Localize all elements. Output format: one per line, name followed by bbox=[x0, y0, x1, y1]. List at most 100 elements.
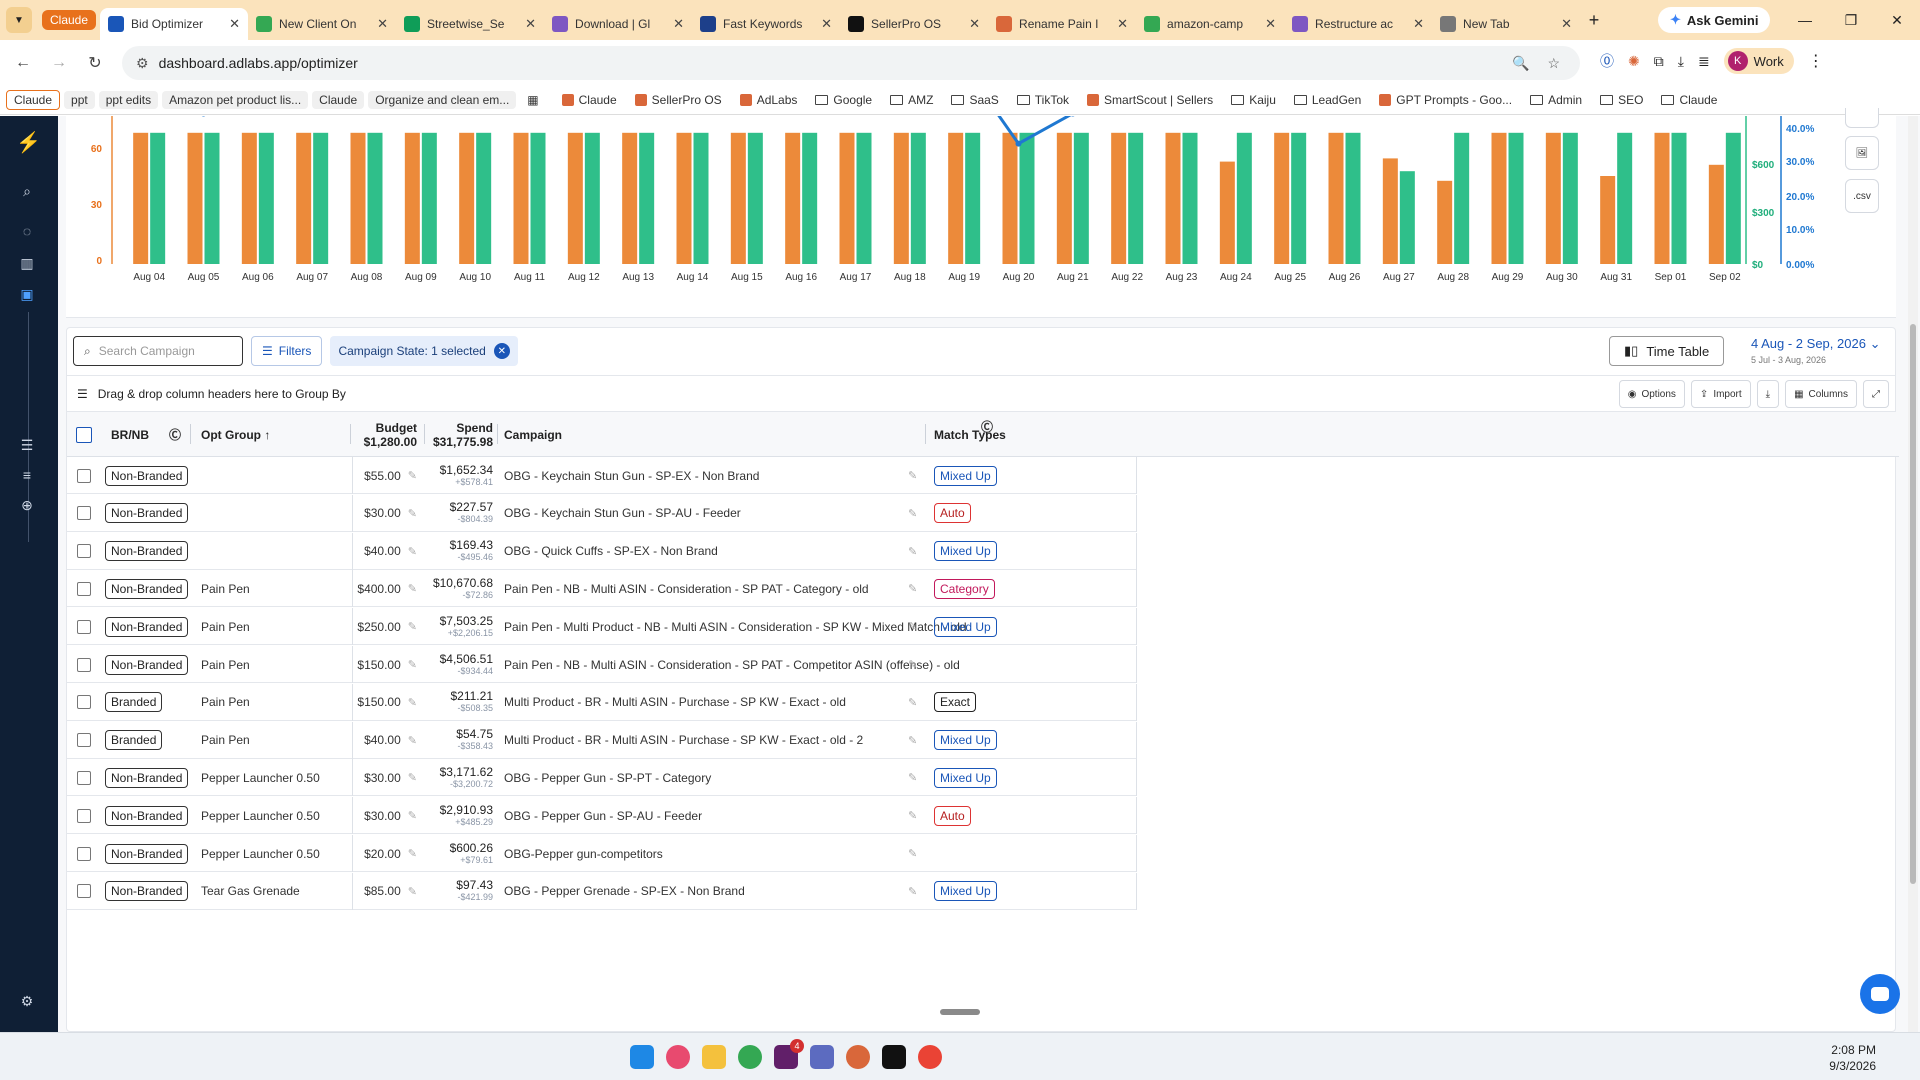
edit-pencil-icon[interactable]: ✎ bbox=[908, 873, 917, 910]
edit-pencil-icon[interactable]: ✎ bbox=[408, 809, 417, 822]
budget-cell[interactable]: $150.00 ✎ bbox=[307, 684, 417, 721]
bookmark-item[interactable]: SellerPro OS bbox=[628, 91, 729, 109]
edit-pencil-icon[interactable]: ✎ bbox=[408, 847, 417, 860]
col-spend[interactable]: Spend $31,775.98 bbox=[427, 412, 493, 457]
table-row[interactable]: Non-Branded Pain Pen $150.00 ✎ $4,506.51… bbox=[67, 646, 1137, 683]
table-row[interactable]: Non-Branded $40.00 ✎ $169.43 -$495.46 OB… bbox=[67, 532, 1137, 570]
claude-extension-icon[interactable]: ✺ bbox=[1628, 53, 1640, 70]
fullscreen-button[interactable]: ⤢ bbox=[1863, 380, 1889, 408]
edit-pencil-icon[interactable]: ✎ bbox=[908, 646, 917, 683]
campaign-name[interactable]: OBG - Pepper Gun - SP-PT - Category bbox=[504, 759, 711, 796]
budget-cell[interactable]: $250.00 ✎ bbox=[307, 608, 417, 645]
edit-pencil-icon[interactable]: ✎ bbox=[408, 582, 417, 595]
tab-group-chip[interactable]: Claude bbox=[42, 10, 97, 30]
table-row[interactable]: Non-Branded Pepper Launcher 0.50 $30.00 … bbox=[67, 759, 1137, 797]
copyright-c-icon[interactable]: Ⓒ bbox=[169, 412, 181, 457]
row-checkbox[interactable] bbox=[77, 722, 91, 759]
page-scrollbar[interactable] bbox=[1908, 116, 1918, 1032]
slack-icon[interactable]: 4 bbox=[774, 1039, 804, 1069]
tab-close-icon[interactable]: ✕ bbox=[525, 16, 536, 32]
address-bar[interactable]: ⚙ dashboard.adlabs.app/optimizer 🔍 ☆ bbox=[122, 46, 1580, 80]
password-manager-icon[interactable]: ⓪ bbox=[1600, 51, 1614, 71]
browser-tab[interactable]: Streetwise_Se ✕ bbox=[396, 8, 544, 40]
panel-resize-handle[interactable] bbox=[940, 1009, 980, 1015]
optimizer-icon[interactable]: ▣ bbox=[16, 283, 38, 305]
menu-icon[interactable]: ⋮ bbox=[1808, 51, 1824, 71]
campaign-name[interactable]: Pain Pen - Multi Product - NB - Multi AS… bbox=[504, 608, 967, 645]
campaign-name[interactable]: OBG - Pepper Grenade - SP-EX - Non Brand bbox=[504, 873, 745, 910]
table-row[interactable]: Non-Branded Pain Pen $400.00 ✎ $10,670.6… bbox=[67, 570, 1137, 608]
row-checkbox[interactable] bbox=[77, 495, 91, 532]
gear-icon[interactable]: ⚙ bbox=[16, 990, 38, 1012]
edit-pencil-icon[interactable]: ✎ bbox=[908, 608, 917, 645]
bookmark-item[interactable]: SmartScout | Sellers bbox=[1080, 91, 1220, 109]
col-opt-group[interactable]: Opt Group ↑ bbox=[201, 412, 270, 457]
budget-cell[interactable]: $30.00 ✎ bbox=[307, 495, 417, 532]
campaign-state-chip[interactable]: Campaign State: 1 selected ✕ bbox=[330, 336, 518, 366]
tab-close-icon[interactable]: ✕ bbox=[821, 16, 832, 32]
row-checkbox[interactable] bbox=[77, 570, 91, 607]
checklist-icon[interactable]: ☰ bbox=[16, 434, 38, 456]
bookmark-star-icon[interactable]: ☆ bbox=[1547, 55, 1560, 72]
campaign-name[interactable]: Multi Product - BR - Multi ASIN - Purcha… bbox=[504, 722, 863, 759]
budget-cell[interactable]: $30.00 ✎ bbox=[307, 797, 417, 834]
downloads-icon[interactable]: ⤓ bbox=[1678, 53, 1684, 70]
edit-pencil-icon[interactable]: ✎ bbox=[908, 835, 917, 872]
globe-settings-icon[interactable]: ⊕ bbox=[16, 494, 38, 516]
browser-tab[interactable]: Download | Gl ✕ bbox=[544, 8, 692, 40]
bookmark-item[interactable]: Claude bbox=[312, 90, 365, 109]
budget-cell[interactable]: $85.00 ✎ bbox=[307, 873, 417, 910]
edit-pencil-icon[interactable]: ✎ bbox=[908, 495, 917, 532]
budget-cell[interactable]: $400.00 ✎ bbox=[307, 570, 417, 607]
col-match-types[interactable]: Match Types bbox=[934, 412, 1006, 457]
budget-cell[interactable]: $150.00 ✎ bbox=[307, 646, 417, 683]
profile-chip[interactable]: K Work bbox=[1723, 48, 1794, 74]
lightbulb-icon[interactable]: ◌ bbox=[16, 220, 38, 242]
col-campaign[interactable]: Campaign bbox=[504, 412, 562, 457]
edit-pencil-icon[interactable]: ✎ bbox=[908, 533, 917, 570]
row-checkbox[interactable] bbox=[77, 608, 91, 645]
campaign-name[interactable]: OBG - Quick Cuffs - SP-EX - Non Brand bbox=[504, 533, 718, 570]
edit-pencil-icon[interactable]: ✎ bbox=[908, 797, 917, 834]
tab-close-icon[interactable]: ✕ bbox=[1413, 16, 1424, 32]
select-all-checkbox[interactable] bbox=[76, 412, 92, 457]
bookmark-item[interactable]: ▦ bbox=[520, 91, 550, 109]
bookmark-item[interactable]: Claude bbox=[555, 91, 624, 109]
table-row[interactable]: Non-Branded Pepper Launcher 0.50 $20.00 … bbox=[67, 835, 1137, 872]
table-row[interactable]: Branded Pain Pen $40.00 ✎ $54.75 -$358.4… bbox=[67, 721, 1137, 759]
forward-button[interactable]: → bbox=[41, 54, 77, 72]
edit-pencil-icon[interactable]: ✎ bbox=[908, 457, 917, 494]
budget-cell[interactable]: $55.00 ✎ bbox=[307, 457, 417, 494]
row-checkbox[interactable] bbox=[77, 797, 91, 834]
maximize-button[interactable]: ❐ bbox=[1828, 0, 1874, 40]
minimize-button[interactable]: — bbox=[1782, 0, 1828, 40]
edit-pencil-icon[interactable]: ✎ bbox=[908, 722, 917, 759]
campaign-name[interactable]: Multi Product - BR - Multi ASIN - Purcha… bbox=[504, 684, 846, 721]
row-checkbox[interactable] bbox=[77, 457, 91, 494]
tab-close-icon[interactable]: ✕ bbox=[1265, 16, 1276, 32]
reports-icon[interactable]: ▥ bbox=[16, 252, 38, 274]
media-controls-icon[interactable]: ≣ bbox=[1698, 53, 1710, 70]
copyright-c-icon[interactable]: Ⓒ bbox=[981, 404, 993, 449]
bookmark-item[interactable]: AdLabs bbox=[733, 91, 805, 109]
budget-cell[interactable]: $40.00 ✎ bbox=[307, 533, 417, 570]
site-info-icon[interactable]: ⚙ bbox=[136, 55, 149, 72]
campaign-name[interactable]: Pain Pen - NB - Multi ASIN - Considerati… bbox=[504, 646, 960, 683]
back-button[interactable]: ← bbox=[5, 54, 41, 72]
edit-pencil-icon[interactable]: ✎ bbox=[408, 658, 417, 671]
edit-pencil-icon[interactable]: ✎ bbox=[408, 620, 417, 633]
bookmark-item[interactable]: SaaS bbox=[944, 91, 1005, 109]
tab-close-icon[interactable]: ✕ bbox=[229, 16, 240, 32]
campaign-name[interactable]: OBG - Pepper Gun - SP-AU - Feeder bbox=[504, 797, 702, 834]
chat-support-button[interactable] bbox=[1860, 974, 1900, 1014]
clear-filter-icon[interactable]: ✕ bbox=[493, 343, 510, 359]
snipping-tool-icon[interactable] bbox=[666, 1045, 690, 1069]
windows-start-icon[interactable] bbox=[630, 1045, 654, 1069]
col-budget[interactable]: Budget $1,280.00 bbox=[361, 412, 417, 457]
list-search-icon[interactable]: ≡ bbox=[16, 464, 38, 486]
browser-tab[interactable]: SellerPro OS ✕ bbox=[840, 8, 988, 40]
chart-tool-top[interactable] bbox=[1845, 108, 1879, 128]
adlabs-logo-icon[interactable]: ⚡ bbox=[16, 132, 41, 154]
stocks-app-icon[interactable] bbox=[882, 1045, 906, 1069]
edit-pencil-icon[interactable]: ✎ bbox=[408, 734, 417, 747]
